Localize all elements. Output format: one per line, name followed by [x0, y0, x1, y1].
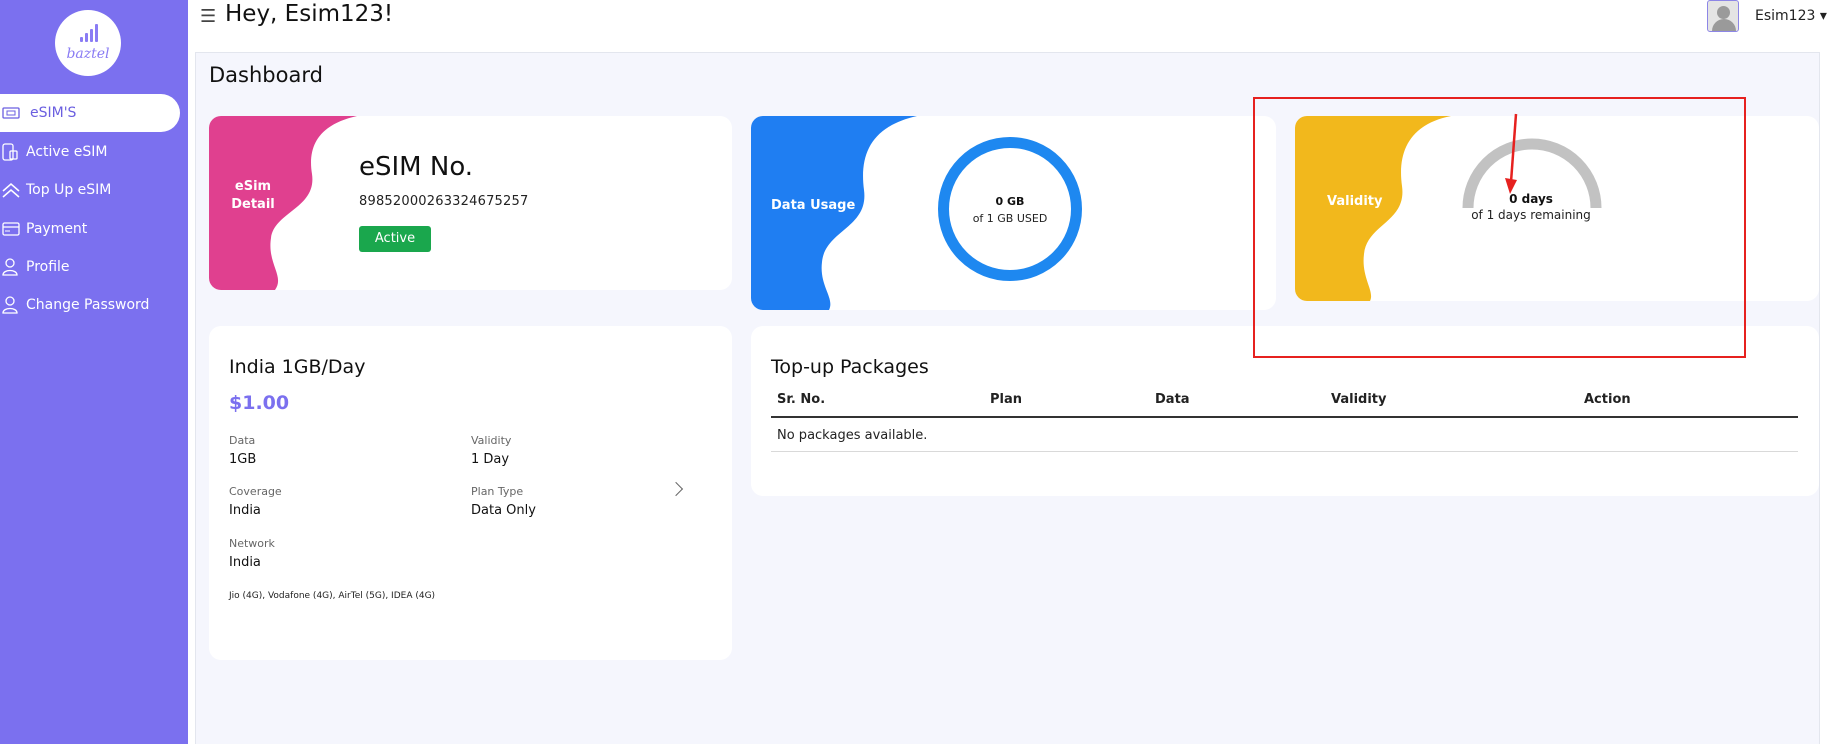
avatar[interactable]: [1707, 0, 1739, 32]
sidebar-item-change-password[interactable]: Change Password: [0, 286, 180, 324]
plan-name: India 1GB/Day: [229, 356, 366, 378]
user-lock-icon: [0, 286, 24, 324]
sidebar-item-esims[interactable]: eSIM'S: [0, 94, 180, 132]
sidebar-item-label: Profile: [26, 259, 70, 275]
column-header: Data: [1155, 392, 1190, 407]
sidebar-item-top-up-esim[interactable]: Top Up eSIM: [0, 171, 180, 209]
data-usage-value: 0 GB: [995, 195, 1025, 208]
plan-type-value: Data Only: [471, 503, 536, 518]
status-badge: Active: [359, 226, 431, 252]
sim-card-icon: [0, 94, 24, 132]
column-header: Validity: [1331, 392, 1387, 407]
network-operators: Jio (4G), Vodafone (4G), AirTel (5G), ID…: [229, 591, 436, 601]
data-label: Data: [229, 434, 256, 447]
data-usage-label: Data Usage: [771, 198, 856, 213]
phone-sim-icon: [0, 133, 24, 171]
column-header: Sr. No.: [777, 392, 826, 407]
chevron-right-icon[interactable]: [668, 481, 684, 497]
double-chevron-up-icon: [0, 171, 24, 209]
greeting-title: Hey, Esim123!: [225, 1, 394, 27]
validity-label: Validity: [471, 434, 512, 447]
sidebar-item-label: eSIM'S: [30, 105, 77, 121]
user-menu-dropdown[interactable]: Esim123 ▾: [1755, 8, 1827, 24]
validity-value: 1 Day: [471, 452, 510, 467]
data-usage-card: Data Usage 0 GB of 1 GB USED: [751, 116, 1276, 310]
credit-card-icon: [0, 210, 24, 248]
user-icon: [0, 248, 24, 286]
coverage-value: India: [229, 503, 261, 518]
plan-card: India 1GB/Day $1.00 Data 1GB Validity 1 …: [209, 326, 732, 660]
data-usage-subtext: of 1 GB USED: [972, 212, 1048, 225]
empty-table-message: No packages available.: [777, 428, 928, 443]
annotation-arrow-icon: [1505, 113, 1518, 194]
page-title: Dashboard: [209, 63, 323, 87]
menu-toggle-icon[interactable]: ☰: [200, 6, 216, 27]
esim-detail-label: eSim Detail: [231, 179, 275, 212]
esim-detail-card: eSim Detail eSIM No. 8985200026332467525…: [209, 116, 732, 290]
esim-number-value: 89852000263324675257: [359, 194, 529, 209]
data-usage-blob: [751, 116, 917, 310]
baztel-logo[interactable]: baztel: [55, 10, 121, 76]
sidebar-item-payment[interactable]: Payment: [0, 210, 180, 248]
sidebar-item-label: Active eSIM: [26, 144, 108, 160]
network-label: Network: [229, 537, 275, 550]
sidebar: baztel eSIM'S Active eSIM Top Up eSIM Pa…: [0, 0, 188, 744]
table-header-divider: [771, 416, 1798, 418]
coverage-label: Coverage: [229, 485, 282, 498]
data-value: 1GB: [229, 452, 257, 467]
sidebar-item-label: Change Password: [26, 297, 150, 313]
plan-type-label: Plan Type: [471, 485, 524, 498]
column-header: Action: [1584, 392, 1631, 407]
esim-number-label: eSIM No.: [359, 152, 474, 182]
network-value: India: [229, 555, 261, 570]
table-row-divider: [771, 451, 1798, 452]
plan-price: $1.00: [229, 392, 290, 414]
column-header: Plan: [990, 392, 1023, 407]
top-header: ☰ Hey, Esim123! Esim123 ▾: [188, 0, 1835, 52]
data-usage-ring: [938, 137, 1082, 281]
sidebar-item-active-esim[interactable]: Active eSIM: [0, 133, 180, 171]
logo-wordmark: baztel: [66, 46, 110, 62]
sidebar-item-label: Top Up eSIM: [26, 182, 112, 198]
signal-bars-icon: [80, 24, 98, 42]
sidebar-item-label: Payment: [26, 221, 88, 237]
sidebar-item-profile[interactable]: Profile: [0, 248, 180, 286]
topup-title: Top-up Packages: [771, 356, 929, 378]
